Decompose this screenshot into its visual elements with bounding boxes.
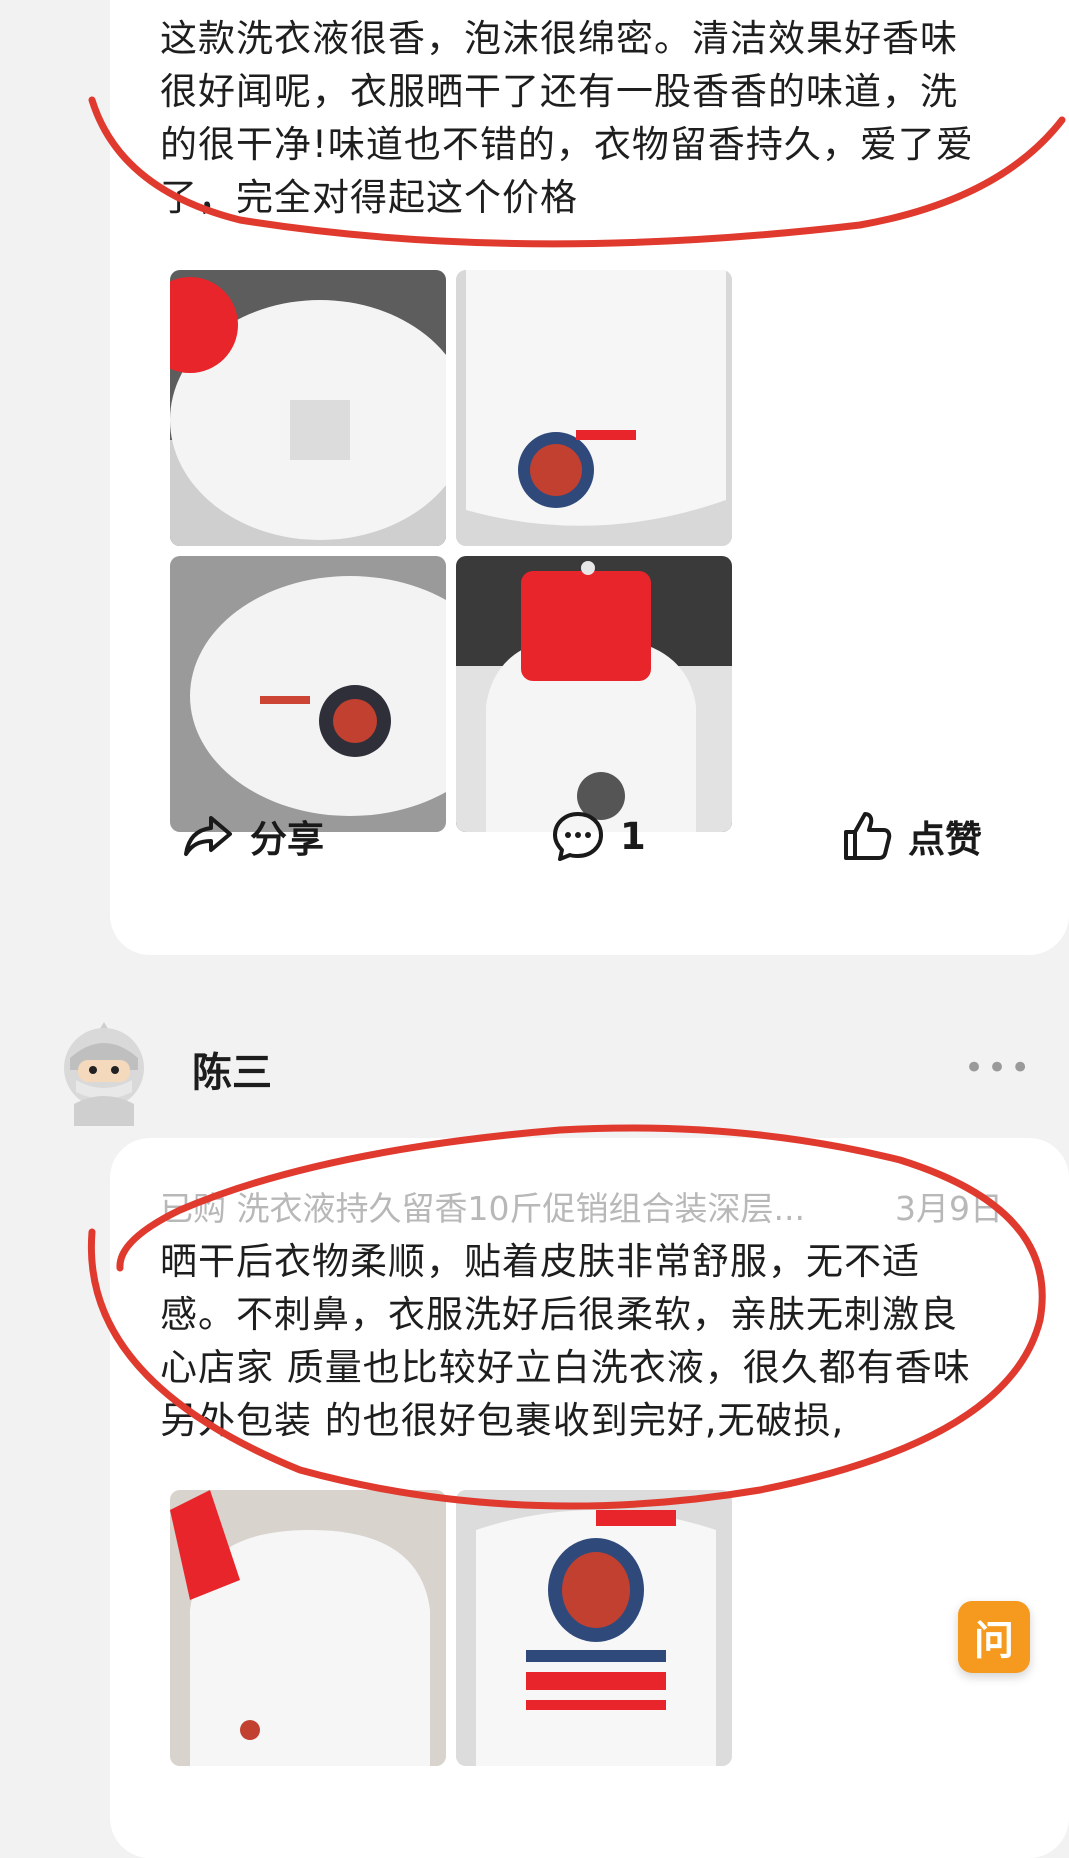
thumbs-up-icon: [844, 812, 892, 860]
review-card-2: 已购 洗衣液持久留香10斤促销组合装深层... 3月9日 晒干后衣物柔顺，贴着皮…: [110, 1138, 1069, 1858]
purchase-product: 已购 洗衣液持久留香10斤促销组合装深层...: [160, 1189, 805, 1228]
more-options-icon[interactable]: •••: [964, 1048, 1033, 1088]
review-photo[interactable]: [170, 1490, 446, 1766]
review-photo[interactable]: [456, 1490, 732, 1766]
review-card-1: 这款洗衣液很香，泡沫很绵密。清洁效果好香味很好闻呢，衣服晒干了还有一股香香的味道…: [110, 0, 1069, 955]
comment-button[interactable]: 1: [550, 808, 646, 864]
review-photo[interactable]: [170, 270, 446, 546]
share-label: 分享: [250, 818, 324, 861]
photo-grid: [170, 270, 732, 832]
review-photo[interactable]: [456, 556, 732, 832]
ask-button[interactable]: 问: [958, 1601, 1030, 1673]
avatar[interactable]: [56, 1018, 152, 1126]
review-date: 3月9日: [895, 1189, 1003, 1228]
photo-grid: [170, 1490, 732, 1766]
share-button[interactable]: 分享: [180, 808, 324, 864]
comment-icon: [553, 812, 603, 861]
username[interactable]: 陈三: [192, 1040, 272, 1098]
review-text: 这款洗衣液很香，泡沫很绵密。清洁效果好香味很好闻呢，衣服晒干了还有一股香香的味道…: [160, 17, 974, 219]
review-photo[interactable]: [170, 556, 446, 832]
review-text: 晒干后衣物柔顺，贴着皮肤非常舒服，无不适感。不刺鼻，衣服洗好后很柔软，亲肤无刺激…: [160, 1240, 971, 1442]
like-button[interactable]: 点赞: [838, 808, 982, 864]
action-bar: 分享 1 点赞: [110, 808, 1069, 878]
like-label: 点赞: [908, 818, 982, 861]
purchase-info[interactable]: 已购 洗衣液持久留香10斤促销组合装深层... 3月9日: [160, 1182, 1020, 1230]
review-photo[interactable]: [456, 270, 732, 546]
share-icon: [184, 816, 232, 856]
comment-count: 1: [620, 814, 646, 858]
